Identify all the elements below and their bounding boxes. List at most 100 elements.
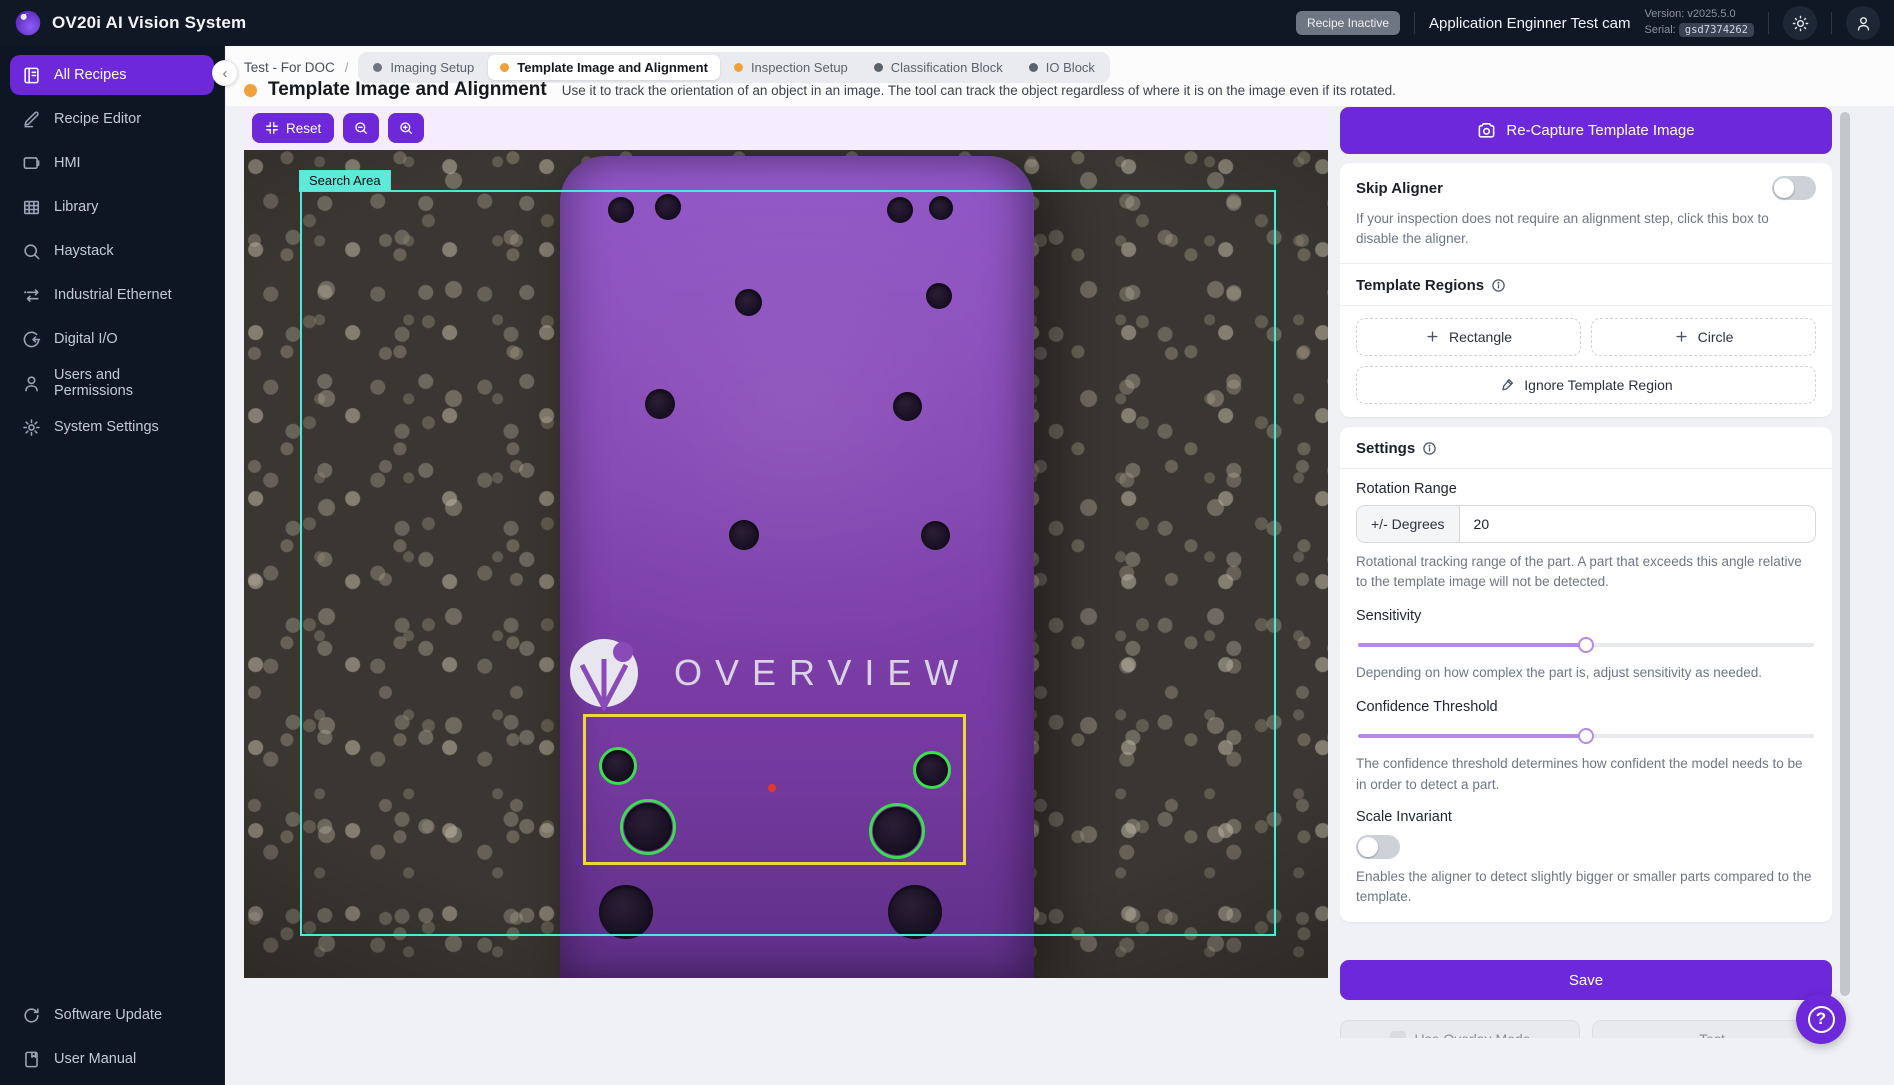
rotation-range-input-group: +/- Degrees [1356, 505, 1816, 543]
page-title-row: Template Image and Alignment Use it to t… [244, 79, 1396, 101]
add-circle-region-button[interactable]: Circle [1591, 318, 1816, 356]
step-status-dot [874, 63, 883, 72]
scale-invariant-description: Enables the aligner to detect slightly b… [1356, 867, 1816, 908]
chevron-left-icon: ‹ [223, 66, 228, 81]
serial-text: Serial: gsd7374262 [1645, 23, 1754, 39]
sensitivity-label: Sensitivity [1356, 608, 1816, 624]
page-title: Template Image and Alignment [268, 79, 547, 101]
app-title: OV20i AI Vision System [52, 13, 246, 33]
camera-image-canvas[interactable]: OVERVIEW Search Area [244, 150, 1328, 978]
app-root: OV20i AI Vision System Recipe Inactive A… [0, 0, 1894, 1085]
help-button[interactable]: ? [1796, 994, 1846, 1044]
confidence-threshold-slider[interactable] [1356, 727, 1816, 745]
add-rectangle-region-button[interactable]: Rectangle [1356, 318, 1581, 356]
recipe-status-badge: Recipe Inactive [1296, 11, 1400, 35]
checkbox-icon [1390, 1031, 1406, 1038]
breadcrumb-separator: / [345, 60, 349, 75]
sidebar-collapse-button[interactable]: ‹ [212, 60, 238, 86]
slider-fill [1358, 643, 1586, 647]
version-text: Version: v2025.5.0 [1645, 7, 1754, 23]
match-circle [599, 747, 637, 785]
sidebar-item-software-update[interactable]: Software Update [10, 995, 214, 1035]
sidebar-item-system-settings[interactable]: System Settings [10, 407, 214, 447]
gear-icon [22, 418, 41, 437]
slider-handle[interactable] [1578, 637, 1594, 653]
pencil-icon [22, 110, 41, 129]
rotation-range-label: Rotation Range [1356, 481, 1816, 497]
panel-scrollbar-thumb[interactable] [1840, 112, 1850, 996]
manual-icon [22, 1050, 41, 1069]
refresh-icon [22, 1006, 41, 1025]
divider [1768, 12, 1769, 34]
brand: OV20i AI Vision System [14, 9, 246, 37]
slider-handle[interactable] [1578, 728, 1594, 744]
digital-io-icon [22, 330, 41, 349]
info-icon[interactable] [1422, 441, 1437, 456]
toggle-knob [1774, 178, 1794, 198]
sidebar-item-all-recipes[interactable]: All Recipes [10, 55, 214, 95]
top-bar: OV20i AI Vision System Recipe Inactive A… [0, 0, 1894, 46]
confidence-threshold-label: Confidence Threshold [1356, 699, 1816, 715]
degrees-prefix: +/- Degrees [1357, 506, 1460, 542]
search-icon [22, 242, 41, 261]
skip-aligner-toggle[interactable] [1772, 176, 1816, 200]
divider [1831, 12, 1832, 34]
divider [1414, 12, 1415, 34]
match-circle [869, 803, 925, 859]
plus-icon [1425, 329, 1440, 344]
zoom-out-icon [353, 120, 369, 136]
sidebar-item-haystack[interactable]: Haystack [10, 231, 214, 271]
recapture-template-button[interactable]: Re-Capture Template Image [1340, 107, 1832, 154]
rotation-range-description: Rotational tracking range of the part. A… [1356, 552, 1816, 593]
search-area-label: Search Area [299, 170, 391, 192]
confidence-threshold-description: The confidence threshold determines how … [1356, 754, 1816, 795]
tab-classification-block[interactable]: Classification Block [862, 55, 1015, 80]
sensitivity-description: Depending on how complex the part is, ad… [1356, 663, 1816, 683]
step-status-dot [373, 63, 382, 72]
scale-invariant-toggle[interactable] [1356, 835, 1400, 859]
sidebar-item-hmi[interactable]: HMI [10, 143, 214, 183]
page-description: Use it to track the orientation of an ob… [562, 83, 1396, 98]
sidebar-item-users-permissions[interactable]: Users and Permissions [10, 363, 214, 403]
theme-toggle-button[interactable] [1783, 6, 1817, 40]
app-logo-icon [14, 9, 42, 37]
tab-inspection-setup[interactable]: Inspection Setup [722, 55, 860, 80]
sensitivity-slider[interactable] [1356, 636, 1816, 654]
breadcrumb-recipe-name[interactable]: Test - For DOC [244, 60, 335, 75]
marker-pen-icon [1499, 377, 1515, 393]
zoom-in-button[interactable] [388, 113, 424, 143]
viewer-toolbar: Reset [244, 106, 1328, 150]
template-regions-title: Template Regions [1356, 277, 1816, 294]
content-header: Test - For DOC / Imaging Setup Template … [226, 46, 1894, 106]
sidebar-item-digital-io[interactable]: Digital I/O [10, 319, 214, 359]
version-block: Version: v2025.5.0 Serial: gsd7374262 [1645, 7, 1754, 39]
sidebar-footer: Software Update User Manual [0, 991, 224, 1083]
account-button[interactable] [1846, 6, 1880, 40]
alignment-settings-panel: Re-Capture Template Image Skip Aligner I… [1340, 107, 1832, 1038]
tab-imaging-setup[interactable]: Imaging Setup [361, 55, 486, 80]
step-status-dot [734, 63, 743, 72]
match-circle [913, 751, 951, 789]
step-status-dot [500, 63, 509, 72]
toggle-knob [1358, 837, 1378, 857]
tab-io-block[interactable]: IO Block [1017, 55, 1107, 80]
user-icon [22, 374, 41, 393]
reset-view-button[interactable]: Reset [252, 113, 334, 143]
sidebar-item-industrial-ethernet[interactable]: Industrial Ethernet [10, 275, 214, 315]
ignore-template-region-button[interactable]: Ignore Template Region [1356, 366, 1816, 404]
panel-bottom-actions: Use Overlay Mode Test [1340, 1020, 1832, 1038]
save-button[interactable]: Save [1340, 960, 1832, 1000]
reset-icon [265, 121, 279, 135]
rotation-range-input[interactable] [1460, 506, 1815, 542]
sidebar-item-user-manual[interactable]: User Manual [10, 1039, 214, 1079]
info-icon[interactable] [1491, 278, 1506, 293]
tab-template-image-alignment[interactable]: Template Image and Alignment [488, 55, 720, 80]
settings-title: Settings [1356, 440, 1816, 457]
user-avatar-icon [1855, 15, 1872, 32]
zoom-in-icon [398, 120, 414, 136]
sidebar-item-library[interactable]: Library [10, 187, 214, 227]
zoom-out-button[interactable] [343, 113, 379, 143]
sidebar: All Recipes Recipe Editor HMI Library [0, 46, 225, 1085]
sidebar-item-recipe-editor[interactable]: Recipe Editor [10, 99, 214, 139]
use-overlay-mode-button[interactable]: Use Overlay Mode [1340, 1020, 1580, 1038]
